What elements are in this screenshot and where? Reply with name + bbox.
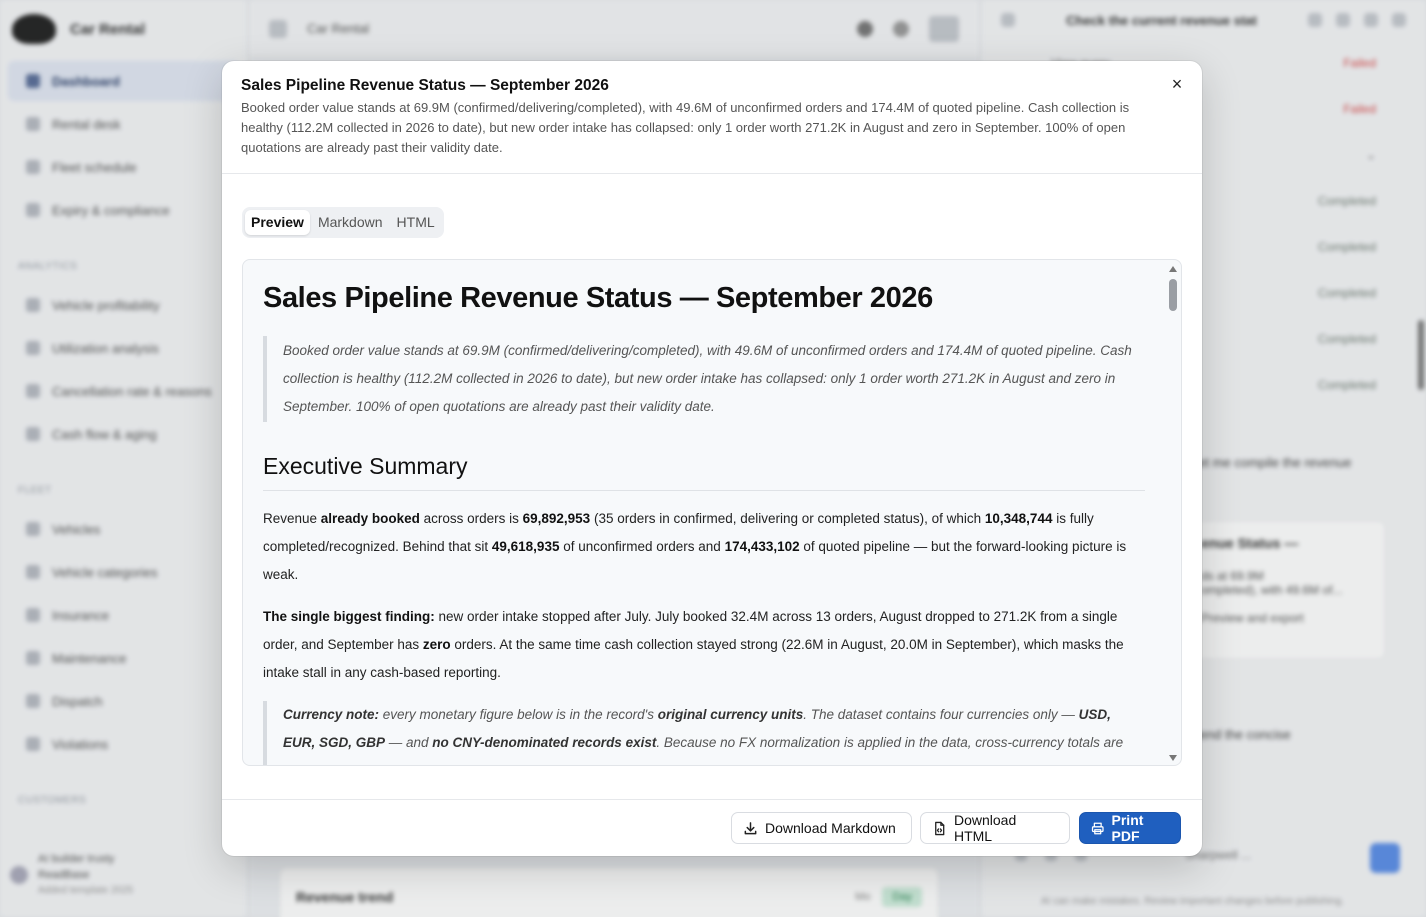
- tab-markdown[interactable]: Markdown: [312, 210, 389, 235]
- doc-currency-note: Currency note: every monetary figure bel…: [263, 701, 1145, 765]
- tab-preview[interactable]: Preview: [245, 210, 310, 235]
- close-button[interactable]: ×: [1166, 73, 1188, 95]
- scroll-thumb[interactable]: [1169, 279, 1177, 311]
- tab-html[interactable]: HTML: [391, 210, 441, 235]
- doc-paragraph: The single biggest finding: new order in…: [263, 609, 1124, 680]
- doc-section-heading: Executive Summary: [263, 452, 1145, 491]
- modal-title: Sales Pipeline Revenue Status — Septembe…: [241, 77, 609, 94]
- file-code-icon: [935, 821, 945, 835]
- report-modal: Sales Pipeline Revenue Status — Septembe…: [222, 61, 1202, 856]
- scroll-down-icon[interactable]: [1169, 755, 1177, 761]
- view-tabs: Preview Markdown HTML: [242, 207, 444, 238]
- printer-icon: [1091, 822, 1104, 834]
- download-markdown-button[interactable]: Download Markdown: [731, 812, 912, 844]
- download-icon: [744, 821, 757, 834]
- modal-description: Booked order value stands at 69.9M (conf…: [241, 100, 1130, 155]
- modal-footer: Download Markdown Download HTML Print PD…: [222, 799, 1202, 856]
- doc-paragraph: Revenue already booked across orders is …: [263, 511, 1127, 582]
- report-preview[interactable]: Sales Pipeline Revenue Status — Septembe…: [242, 259, 1182, 766]
- preview-scrollbar[interactable]: [1166, 261, 1180, 765]
- doc-heading: Sales Pipeline Revenue Status — Septembe…: [263, 282, 933, 314]
- print-pdf-button[interactable]: Print PDF: [1079, 812, 1181, 844]
- scroll-up-icon[interactable]: [1169, 266, 1177, 272]
- download-html-button[interactable]: Download HTML: [920, 812, 1070, 844]
- doc-summary-quote: Booked order value stands at 69.9M (conf…: [263, 336, 1145, 422]
- modal-header: Sales Pipeline Revenue Status — Septembe…: [222, 61, 1202, 174]
